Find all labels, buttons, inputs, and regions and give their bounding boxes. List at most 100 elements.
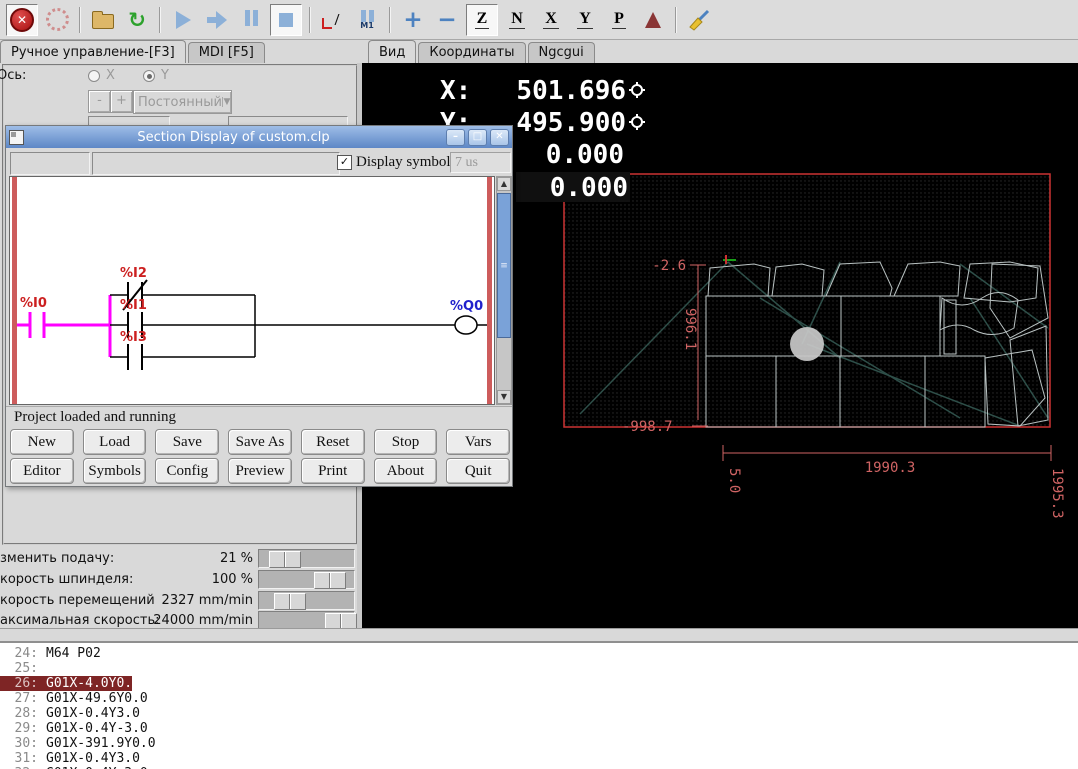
run-program-icon[interactable] [168,5,198,35]
view-z-icon[interactable]: Z [466,4,498,36]
config-button[interactable]: Config [155,458,219,484]
chevron-down-icon: ▼ [222,97,231,107]
slider-thumb[interactable] [274,593,306,610]
scroll-thumb[interactable]: ≡ [497,193,511,338]
feed-override-slider[interactable] [258,549,355,568]
editor-button[interactable]: Editor [10,458,74,484]
linuxcnc-axis-window: ✕ ↻ / M1 [0,0,1078,769]
run-from-line-icon[interactable] [202,5,232,35]
toolbar-separator [159,7,161,33]
gcode-line[interactable]: 25: [0,661,1078,676]
spindle-override-slider[interactable] [258,570,355,589]
dro-row3-value: 0.000 [546,140,624,168]
reload-file-icon[interactable]: ↻ [122,5,152,35]
new-button[interactable]: New [10,429,74,455]
arrow-glyph [207,11,227,29]
gcode-listing[interactable]: 24:M64 P02 25: 26:G01X-4.0Y0. 27:G01X-49… [0,643,1078,769]
axis-label: Ось: [0,68,26,83]
minimize-button[interactable]: – [446,129,465,146]
section-name-entry[interactable] [92,152,340,175]
about-button[interactable]: About [374,458,438,484]
stop-button[interactable]: Stop [374,429,438,455]
stop-program-icon[interactable] [270,4,302,36]
section-combo[interactable] [10,152,90,175]
zoom-in-icon[interactable]: + [398,5,428,35]
open-file-icon[interactable] [88,5,118,35]
skip-corner [322,18,332,29]
save-as-button[interactable]: Save As [228,429,292,455]
preview-button[interactable]: Preview [228,458,292,484]
output-q0-label: %Q0 [450,299,483,314]
ladder-canvas[interactable]: %I0 %I2 %I1 %I3 %Q0 [9,176,495,405]
jog-speed-slider[interactable] [258,591,355,610]
slider-thumb[interactable] [314,572,346,589]
jog-minus-button[interactable]: - [88,90,111,113]
folder-glyph [92,14,114,29]
dialog-titlebar[interactable]: Section Display of custom.clp – □ ✕ [6,126,512,148]
axis-y-radio[interactable] [143,70,155,82]
toolbar-separator [389,7,391,33]
m1-label: M1 [360,21,374,30]
load-button[interactable]: Load [83,429,147,455]
spindle-override-value: 100 % [120,572,253,587]
rotate-view-icon[interactable] [638,5,668,35]
gcode-line[interactable]: 29:G01X-0.4Y-3.0 [0,721,1078,736]
gcode-line[interactable]: 27:G01X-49.6Y0.0 [0,691,1078,706]
gcode-line[interactable]: 24:M64 P02 [0,646,1078,661]
pause-program-icon[interactable] [236,5,266,35]
axis-x-label: X [106,68,115,83]
toolbar-separator [675,7,677,33]
classicladder-dialog: Section Display of custom.clp – □ ✕ ✓ Di… [5,125,513,487]
clear-plot-icon[interactable] [684,5,714,35]
dim-x-start: 5.0 [726,468,742,493]
backplot-canvas[interactable]: -2.6 996.1 -998.7 1990.3 5.0 1995.3 [540,168,1078,560]
stop-glyph [279,13,293,27]
ladder-vscrollbar[interactable]: ▲ ≡ ▼ [496,176,512,405]
axis-x-radio[interactable] [88,70,100,82]
gcode-line-active[interactable]: 26:G01X-4.0Y0. [0,676,1078,691]
tab-mdi[interactable]: MDI [F5] [188,42,265,63]
view-y-icon[interactable]: Y [570,5,600,35]
gcode-line[interactable]: 28:G01X-0.4Y3.0 [0,706,1078,721]
gcode-line[interactable]: 30:G01X-391.9Y0.0 [0,736,1078,751]
jog-speed-value: 2327 mm/min [120,593,253,608]
gcode-line[interactable]: 31:G01X-0.4Y3.0 [0,751,1078,766]
dro-x-value: 501.696 [516,76,626,104]
print-button[interactable]: Print [301,458,365,484]
view-perspective-icon[interactable]: P [604,5,634,35]
jog-mode-combo[interactable]: Постоянный ▼ [133,90,232,114]
reload-glyph: ↻ [128,10,146,30]
estop-icon[interactable]: ✕ [6,4,38,36]
dim-width: 1990.3 [865,460,916,476]
view-z-rotated-icon[interactable]: N [502,5,532,35]
save-button[interactable]: Save [155,429,219,455]
zoom-out-icon[interactable]: − [432,5,462,35]
skip-block-icon[interactable]: / [318,5,348,35]
tab-dro[interactable]: Координаты [418,42,525,63]
optional-stop-icon[interactable]: M1 [352,5,382,35]
quit-button[interactable]: Quit [446,458,510,484]
tab-ngcgui[interactable]: Ngcgui [528,42,595,63]
input-i3-label: %I3 [120,330,147,345]
scroll-up-button[interactable]: ▲ [497,177,511,191]
toolbar-separator [79,7,81,33]
symbols-button[interactable]: Symbols [83,458,147,484]
machine-power-icon[interactable] [42,5,72,35]
reset-button[interactable]: Reset [301,429,365,455]
horizontal-sash[interactable] [0,628,1078,643]
display-symbols-checkbox[interactable]: ✓ [337,155,352,170]
left-tabstrip: Ручное управление-[F3] MDI [F5] [0,40,360,63]
scan-time-entry[interactable]: 7 us [450,152,511,173]
tab-preview[interactable]: Вид [368,40,416,63]
close-button[interactable]: ✕ [490,129,509,146]
homed-icon [629,82,645,98]
vars-button[interactable]: Vars [446,429,510,455]
dim-height: 996.1 [682,308,698,350]
slider-thumb[interactable] [269,551,301,568]
view-x-icon[interactable]: X [536,5,566,35]
jog-plus-button[interactable]: + [110,90,133,113]
maximize-button[interactable]: □ [468,129,487,146]
tab-manual-control[interactable]: Ручное управление-[F3] [0,40,186,63]
scroll-down-button[interactable]: ▼ [497,390,511,404]
dialog-toolbar: ✓ Display symbols 7 us [6,148,512,176]
